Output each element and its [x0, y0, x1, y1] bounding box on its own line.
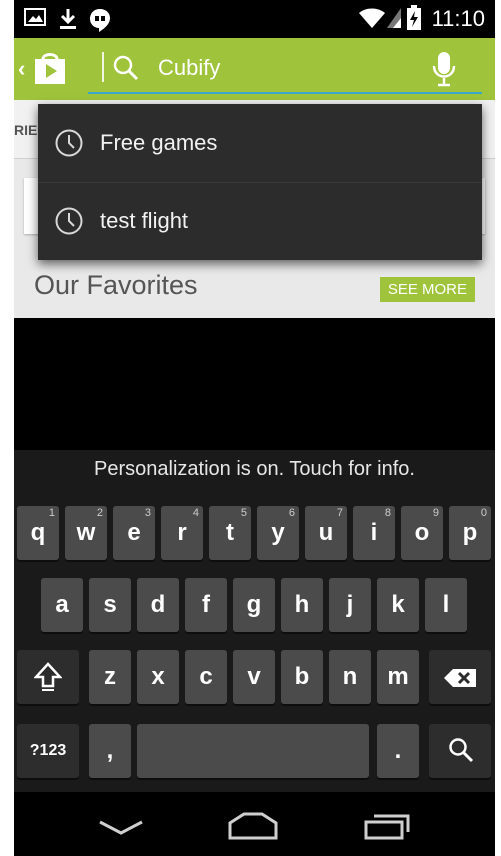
search-input[interactable]: Cubify [88, 46, 482, 94]
battery-icon [406, 5, 422, 36]
key-j[interactable]: j [329, 578, 371, 632]
search-key[interactable] [429, 724, 491, 778]
key-o[interactable]: 9o [401, 506, 443, 560]
suggestion-text: test flight [100, 208, 189, 233]
soft-keyboard: Personalization is on. Touch for info. 1… [14, 450, 495, 792]
personalization-banner[interactable]: Personalization is on. Touch for info. [14, 458, 495, 481]
status-time: 11:10 [431, 6, 485, 31]
image-icon [24, 8, 46, 31]
download-icon [58, 8, 78, 35]
signal-icon [386, 7, 402, 34]
search-suggestions: Free games test flight [38, 104, 482, 260]
symbols-key[interactable]: ?123 [17, 724, 79, 778]
space-bar[interactable] [137, 724, 369, 778]
key-l[interactable]: l [425, 578, 467, 632]
key-p[interactable]: 0p [449, 506, 491, 560]
suggestion-text: Free games [100, 130, 218, 155]
key-y[interactable]: 6y [257, 506, 299, 560]
key-w[interactable]: 2w [65, 506, 107, 560]
key-g[interactable]: g [233, 578, 275, 632]
mic-icon[interactable] [432, 50, 456, 93]
section-title: Our Favorites [34, 270, 198, 300]
history-clock-icon [54, 206, 84, 241]
search-query-text: Cubify [158, 55, 221, 80]
comma-key[interactable]: , [89, 724, 131, 778]
key-b[interactable]: b [281, 650, 323, 704]
tab-partial-label[interactable]: RIE [14, 122, 37, 138]
recents-icon[interactable] [364, 812, 412, 845]
key-e[interactable]: 3e [113, 506, 155, 560]
period-key[interactable]: . [377, 724, 419, 778]
key-x[interactable]: x [137, 650, 179, 704]
key-z[interactable]: z [89, 650, 131, 704]
search-icon [448, 737, 474, 770]
play-store-icon[interactable] [32, 50, 68, 91]
see-more-button[interactable]: SEE MORE [379, 277, 475, 302]
key-k[interactable]: k [377, 578, 419, 632]
back-icon[interactable] [98, 820, 144, 841]
wifi-icon [358, 7, 386, 34]
delete-key[interactable] [429, 650, 491, 704]
backspace-icon [443, 667, 477, 695]
suggestion-item[interactable]: Free games [38, 104, 482, 182]
key-d[interactable]: d [137, 578, 179, 632]
key-i[interactable]: 8i [353, 506, 395, 560]
search-icon [112, 54, 140, 87]
shift-key[interactable] [17, 650, 79, 704]
key-r[interactable]: 4r [161, 506, 203, 560]
key-f[interactable]: f [185, 578, 227, 632]
key-s[interactable]: s [89, 578, 131, 632]
key-n[interactable]: n [329, 650, 371, 704]
shift-icon [33, 662, 63, 699]
key-v[interactable]: v [233, 650, 275, 704]
key-u[interactable]: 7u [305, 506, 347, 560]
key-q[interactable]: 1q [17, 506, 59, 560]
hangouts-icon [88, 8, 112, 37]
home-icon[interactable] [228, 812, 278, 845]
navigation-bar [14, 792, 495, 856]
key-c[interactable]: c [185, 650, 227, 704]
suggestion-item[interactable]: test flight [38, 182, 482, 260]
text-cursor [102, 52, 104, 82]
key-m[interactable]: m [377, 650, 419, 704]
action-bar: ‹ Cubify [14, 38, 495, 100]
history-clock-icon [54, 128, 84, 163]
key-a[interactable]: a [41, 578, 83, 632]
key-h[interactable]: h [281, 578, 323, 632]
status-bar: 11:10 [14, 0, 495, 38]
up-chevron-icon[interactable]: ‹ [18, 56, 25, 82]
phone-screen: 11:10 ‹ Cubify RIE Our Favorites SEE MOR… [14, 0, 495, 856]
key-t[interactable]: 5t [209, 506, 251, 560]
